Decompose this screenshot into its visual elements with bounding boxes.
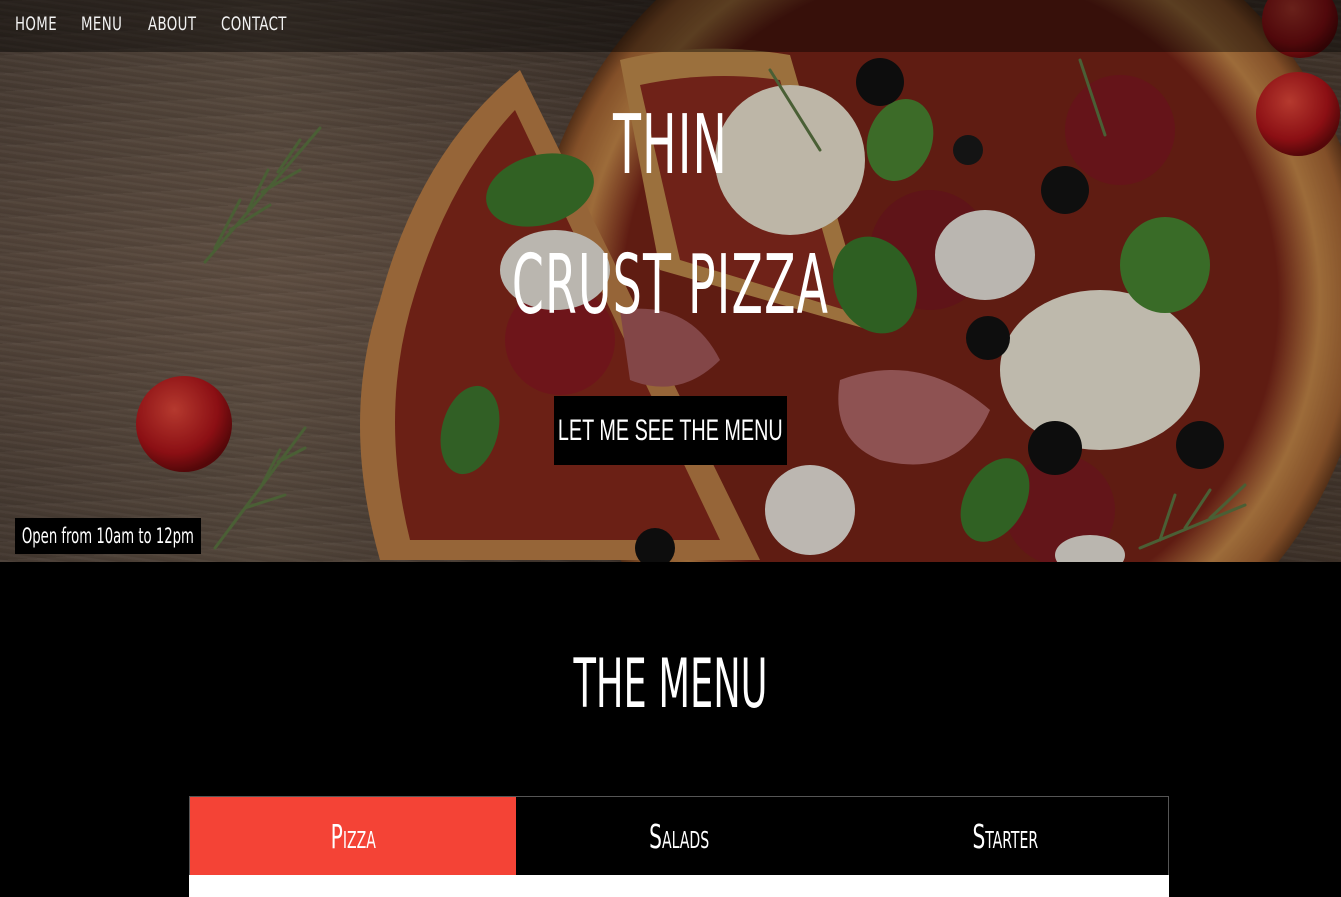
see-menu-button-label: LET ME SEE THE MENU <box>558 413 783 447</box>
nav-about-link[interactable]: ABOUT <box>148 13 196 35</box>
nav-contact-link[interactable]: CONTACT <box>221 13 287 35</box>
opening-hours-badge: Open from 10am to 12pm <box>15 518 201 554</box>
opening-hours-text: Open from 10am to 12pm <box>21 524 195 548</box>
hero-title-line-1: THIN <box>613 98 728 193</box>
hero-title-line-2: CRUST PIZZA <box>511 238 830 333</box>
see-menu-button[interactable]: LET ME SEE THE MENU <box>554 396 787 465</box>
nav-menu-link[interactable]: MENU <box>81 13 122 35</box>
hero-title: THIN CRUST PIZZA <box>0 98 1341 394</box>
tab-pizza[interactable]: Pizza <box>190 797 516 875</box>
nav-home-link[interactable]: HOME <box>15 13 57 35</box>
top-navigation: HOME MENU ABOUT CONTACT <box>0 0 1341 52</box>
menu-tabs: Pizza Salads Starter <box>189 796 1169 876</box>
menu-section-heading: THE MENU <box>573 645 768 724</box>
tab-salads-label: Salads <box>648 816 710 856</box>
menu-tab-panel <box>189 875 1169 897</box>
tab-starter-label: Starter <box>972 816 1038 856</box>
tab-pizza-label: Pizza <box>330 816 376 856</box>
tab-salads[interactable]: Salads <box>516 797 842 875</box>
tab-starter[interactable]: Starter <box>842 797 1168 875</box>
